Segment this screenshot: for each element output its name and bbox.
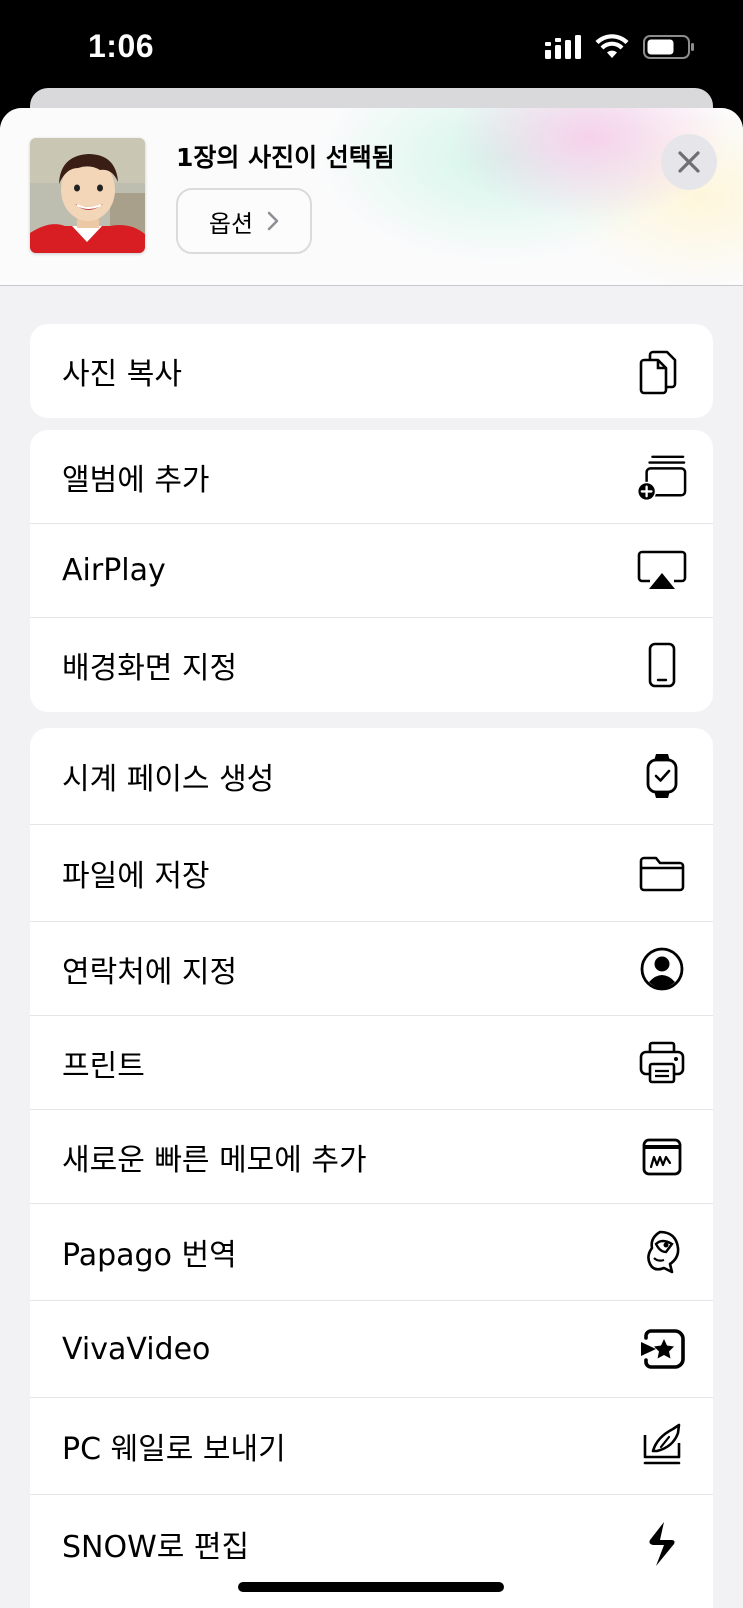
action-group-more: 시계 페이스 생성 파일에 저장 연락처에 지정 프린트 새로운 빠른 메모에 … — [30, 728, 713, 1608]
options-label: 옵션 — [208, 209, 254, 238]
snow-icon — [637, 1519, 687, 1569]
action-papago-translate[interactable]: Papago 번역 — [30, 1204, 713, 1301]
selected-photo-thumbnail — [30, 138, 145, 253]
share-sheet-header: 1장의 사진이 선택됨 옵션 — [0, 108, 743, 286]
photo-thumbnail-image — [30, 138, 145, 253]
action-label: SNOW로 편집 — [62, 1529, 250, 1565]
action-assign-to-contact[interactable]: 연락처에 지정 — [30, 922, 713, 1016]
action-send-to-pc-whale[interactable]: PC 웨일로 보내기 — [30, 1398, 713, 1495]
home-indicator[interactable] — [238, 1582, 504, 1592]
action-add-to-quick-note[interactable]: 새로운 빠른 메모에 추가 — [30, 1110, 713, 1204]
options-button[interactable]: 옵션 — [176, 188, 312, 254]
watch-icon — [637, 751, 687, 801]
status-icons — [545, 34, 695, 60]
action-group-media: 앨범에 추가 AirPlay 배경화면 지정 — [30, 430, 713, 712]
selection-title: 1장의 사진이 선택됨 — [176, 143, 395, 172]
papago-icon — [637, 1227, 687, 1277]
printer-icon — [637, 1038, 687, 1088]
close-button[interactable] — [661, 134, 717, 190]
action-label: AirPlay — [62, 553, 166, 588]
action-create-watch-face[interactable]: 시계 페이스 생성 — [30, 728, 713, 825]
action-add-to-album[interactable]: 앨범에 추가 — [30, 430, 713, 524]
action-group-copy: 사진 복사 — [30, 324, 713, 418]
action-copy-photo[interactable]: 사진 복사 — [30, 324, 713, 418]
action-label: 사진 복사 — [62, 357, 182, 392]
action-label: VivaVideo — [62, 1331, 211, 1367]
battery-icon — [643, 35, 694, 59]
action-label: PC 웨일로 보내기 — [62, 1432, 286, 1467]
status-time: 1:06 — [88, 28, 155, 64]
action-label: 연락처에 지정 — [62, 954, 238, 990]
action-label: 시계 페이스 생성 — [62, 762, 275, 797]
vivavideo-icon — [637, 1324, 687, 1374]
close-icon — [678, 151, 700, 173]
status-bar: 1:06 — [0, 0, 743, 100]
share-sheet: 1장의 사진이 선택됨 옵션 사진 복사 앨범에 추가 AirPlay 배경화면… — [0, 108, 743, 1608]
action-label: Papago 번역 — [62, 1238, 237, 1273]
iphone-icon — [637, 640, 687, 690]
action-label: 프린트 — [62, 1048, 145, 1084]
action-label: 파일에 저장 — [62, 859, 210, 894]
action-label: 배경화면 지정 — [62, 651, 238, 686]
copy-icon — [637, 346, 687, 396]
action-vivavideo[interactable]: VivaVideo — [30, 1301, 713, 1398]
chevron-right-icon — [267, 211, 279, 231]
action-print[interactable]: 프린트 — [30, 1016, 713, 1110]
action-label: 새로운 빠른 메모에 추가 — [62, 1142, 367, 1178]
add-to-album-icon — [637, 452, 687, 502]
action-edit-with-snow[interactable]: SNOW로 편집 — [30, 1495, 713, 1592]
action-airplay[interactable]: AirPlay — [30, 524, 713, 618]
whale-icon — [637, 1421, 687, 1471]
action-label: 앨범에 추가 — [62, 462, 210, 498]
quick-note-icon — [637, 1132, 687, 1182]
action-set-wallpaper[interactable]: 배경화면 지정 — [30, 618, 713, 712]
contact-icon — [637, 944, 687, 994]
folder-icon — [637, 848, 687, 898]
action-save-to-files[interactable]: 파일에 저장 — [30, 825, 713, 922]
airplay-icon — [637, 546, 687, 596]
cellular-signal-icon — [545, 35, 581, 59]
wifi-icon — [595, 34, 629, 58]
